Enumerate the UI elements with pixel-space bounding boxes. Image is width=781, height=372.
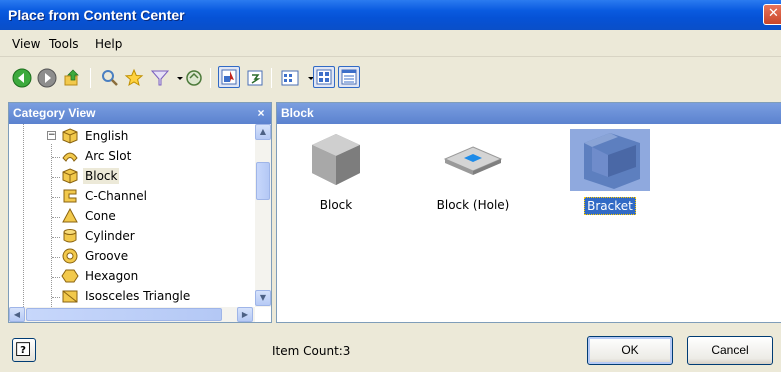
content-view-title: Block [281, 106, 314, 120]
close-icon: × [257, 106, 265, 120]
tree-node-label: English [85, 129, 129, 143]
help-icon: ? [16, 342, 30, 356]
details-view-icon[interactable] [338, 66, 360, 88]
tree-branch [52, 257, 60, 258]
scroll-down-icon[interactable]: ▼ [255, 290, 271, 306]
tree-item-block[interactable]: Block [61, 166, 120, 186]
tree-item-cylinder[interactable]: Cylinder [61, 226, 137, 246]
category-view-panel: Category View × − English Arc Slot Block… [8, 102, 272, 323]
toolbar-separator [271, 68, 272, 88]
content-item-bracket[interactable]: Bracket [565, 129, 655, 224]
content-item-block[interactable]: Block [291, 129, 381, 224]
dropdown-arrow-icon[interactable] [301, 68, 314, 88]
tree-item-label: Arc Slot [85, 149, 132, 163]
toolbar-separator [90, 68, 91, 88]
tree-branch [52, 297, 60, 298]
window-title: Place from Content Center [8, 7, 185, 23]
tree-item-groove[interactable]: Groove [61, 246, 130, 266]
tree-branch [52, 177, 60, 178]
content-view-panel: Block Block Block (Hole) Bracket [276, 102, 781, 323]
scroll-left-icon[interactable]: ◀ [9, 307, 25, 322]
svg-text:?: ? [20, 345, 26, 356]
isosceles-triangle-icon [61, 288, 79, 304]
groove-icon [61, 248, 79, 264]
tree-expander[interactable]: − [47, 131, 56, 140]
block-icon [61, 168, 79, 184]
block-hole-icon [433, 129, 513, 191]
tree-item-label: Block [83, 168, 120, 184]
menu-view[interactable]: View [12, 37, 40, 51]
scroll-right-icon[interactable]: ▶ [237, 307, 253, 322]
category-tree: − English Arc Slot Block C-Channel Cone … [9, 124, 255, 307]
update-icon[interactable] [245, 68, 265, 88]
dropdown-arrow-icon[interactable] [170, 68, 183, 88]
toolbar [0, 58, 781, 98]
title-bar: Place from Content Center ✕ [0, 0, 781, 30]
tree-item-arc-slot[interactable]: Arc Slot [61, 146, 133, 166]
tree-guide-line [23, 124, 24, 307]
up-folder-icon[interactable] [62, 68, 82, 88]
content-view-header: Block [277, 103, 781, 124]
select-mode-icon[interactable] [218, 66, 240, 88]
ok-button[interactable]: OK [587, 336, 673, 365]
hexagon-icon [61, 268, 79, 284]
tree-branch [52, 237, 60, 238]
tree-vertical-scrollbar[interactable]: ▲ ▼ [255, 124, 271, 307]
scroll-thumb[interactable] [256, 162, 270, 200]
tree-item-label: Cylinder [85, 229, 135, 243]
favorites-icon[interactable] [124, 68, 144, 88]
c-channel-icon [61, 188, 79, 204]
toolbar-separator [210, 68, 211, 88]
item-count-label: Item Count:3 [272, 344, 351, 358]
menu-help[interactable]: Help [95, 37, 122, 51]
tree-item-label: Isosceles Triangle [85, 289, 191, 303]
view-options-icon[interactable] [280, 68, 300, 88]
tree-item-cone[interactable]: Cone [61, 206, 118, 226]
filter-icon[interactable] [150, 68, 170, 88]
list-view-icon[interactable] [313, 66, 335, 88]
refresh-icon[interactable] [184, 68, 204, 88]
tree-item-c-channel[interactable]: C-Channel [61, 186, 149, 206]
tree-item-label: C-Channel [85, 189, 147, 203]
tree-item-label: Cone [85, 209, 116, 223]
content-item-block-hole[interactable]: Block (Hole) [428, 129, 518, 224]
panel-close-button[interactable]: × [253, 105, 269, 121]
english-folder-icon [61, 128, 79, 144]
category-view-title: Category View [13, 106, 96, 120]
category-view-header: Category View × [9, 103, 271, 124]
scroll-up-icon[interactable]: ▲ [255, 124, 271, 140]
arc-slot-icon [61, 148, 79, 164]
tree-branch [52, 217, 60, 218]
cancel-button[interactable]: Cancel [687, 336, 773, 365]
block-shape-icon [296, 129, 376, 191]
close-icon: ✕ [768, 6, 779, 21]
cylinder-icon [61, 228, 79, 244]
tree-node-english[interactable]: English [61, 126, 130, 146]
tree-branch [52, 157, 60, 158]
forward-icon[interactable] [37, 68, 57, 88]
content-item-label: Block (Hole) [436, 198, 510, 212]
tree-item-label: Groove [85, 249, 129, 263]
window-close-button[interactable]: ✕ [763, 4, 781, 25]
tree-horizontal-scrollbar[interactable]: ◀ ▶ [9, 307, 255, 322]
tree-item-hexagon[interactable]: Hexagon [61, 266, 140, 286]
bracket-icon [570, 129, 650, 191]
tree-item-isosceles-triangle[interactable]: Isosceles Triangle [61, 286, 192, 306]
scroll-thumb[interactable] [26, 308, 222, 321]
search-icon[interactable] [100, 68, 120, 88]
tree-item-label: Hexagon [85, 269, 139, 283]
back-icon[interactable] [12, 68, 32, 88]
menu-bar: View Tools Help [0, 30, 781, 57]
menu-tools[interactable]: Tools [49, 37, 79, 51]
tree-guide-line [51, 144, 52, 307]
help-button[interactable]: ? [12, 338, 36, 362]
content-item-label: Bracket [584, 197, 636, 215]
content-item-label: Block [319, 198, 353, 212]
cone-icon [61, 207, 79, 224]
tree-branch [52, 277, 60, 278]
tree-branch [52, 197, 60, 198]
